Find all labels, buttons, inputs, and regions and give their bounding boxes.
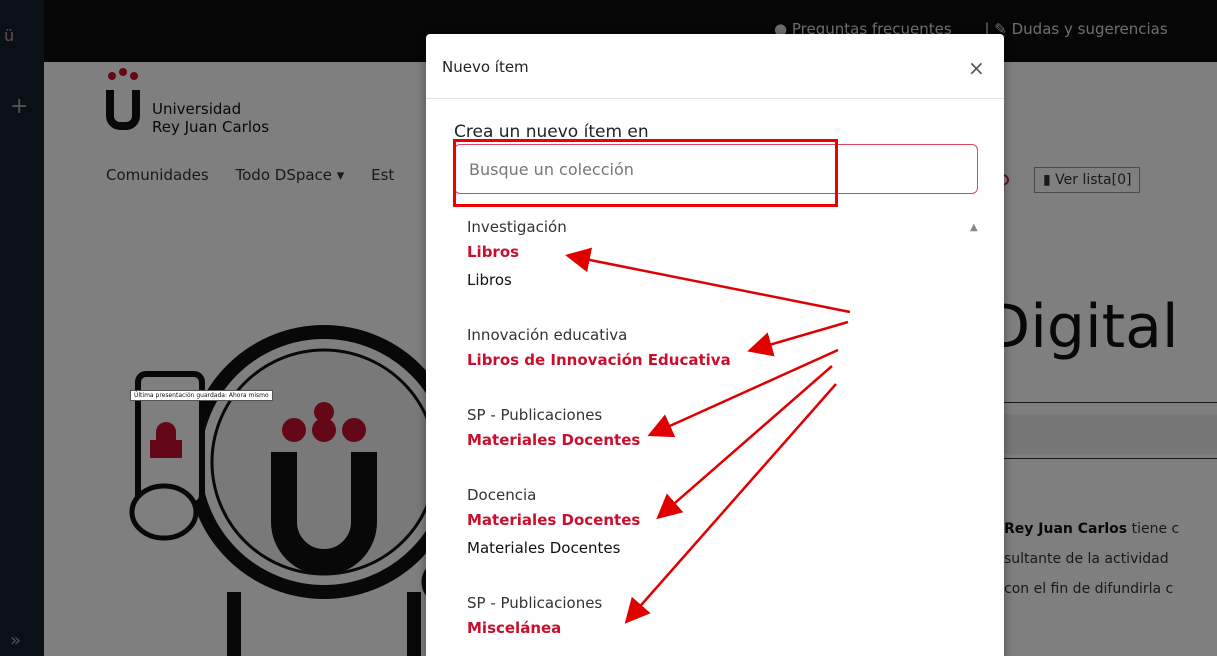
new-item-modal: Nuevo ítem × Crea un nuevo ítem en ▲ Inv… [426, 34, 1004, 656]
community-label: Docencia [467, 486, 537, 504]
collection-item[interactable]: Libros [467, 266, 977, 294]
collection-item[interactable]: Miscelánea [467, 614, 977, 642]
collection-item[interactable]: Libros [467, 238, 977, 266]
collection-list: Investigación Libros Libros Innovación e… [467, 216, 977, 656]
collection-item[interactable]: Materiales Docentes [467, 534, 977, 562]
collection-group: Docencia Materiales Docentes Materiales … [467, 484, 977, 562]
collection-group: Investigación Libros Libros [467, 216, 977, 294]
close-icon[interactable]: × [968, 56, 985, 80]
collection-item[interactable]: Materiales Docentes [467, 506, 977, 534]
community-label: Investigación [467, 218, 567, 236]
community-label: Innovación educativa [467, 326, 628, 344]
collection-group: Innovación educativa Libros de Innovació… [467, 324, 977, 374]
modal-title: Nuevo ítem [442, 58, 529, 76]
modal-subtitle: Crea un nuevo ítem en [454, 122, 649, 142]
autosave-tooltip: Última presentación guardada: Ahora mism… [130, 390, 273, 401]
collection-search-input[interactable] [454, 144, 978, 194]
community-label: SP - Publicaciones [467, 594, 603, 612]
community-label: SP - Publicaciones [467, 406, 603, 424]
screenshot: ü + » ● Preguntas frecuentes | ✎ Dudas y… [0, 0, 1217, 656]
collection-item[interactable]: Materiales Docentes [467, 426, 977, 454]
modal-header-divider [426, 98, 1004, 99]
collection-group: SP - Publicaciones Materiales Docentes [467, 404, 977, 454]
collection-item[interactable]: Libros de Innovación Educativa [467, 346, 977, 374]
collection-group: SP - Publicaciones Miscelánea [467, 592, 977, 642]
